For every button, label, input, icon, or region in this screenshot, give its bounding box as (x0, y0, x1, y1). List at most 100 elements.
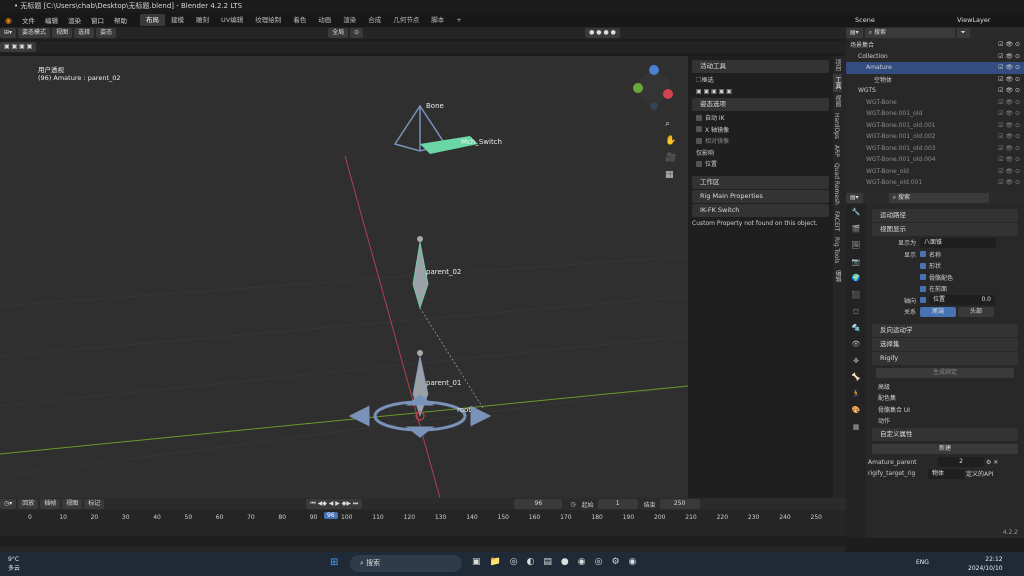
end-frame-field[interactable]: 250 (659, 499, 700, 509)
properties-tab-icons[interactable]: 🔧 🎬 🖼 📷 🌍 ⬛ ◻ 🔩 👁 ✥ 🦴 🏃 🎨 ▦ (846, 204, 866, 538)
taskbar-app-icons[interactable]: ▣📁◎◐▤●◉◎⚙◉ (472, 557, 645, 567)
editor-type-icon[interactable]: ⊞▾ (0, 28, 17, 38)
show-names-checkbox[interactable] (920, 251, 926, 258)
tab-rendering[interactable]: 渲染 (337, 14, 362, 26)
menu-marker[interactable]: 标记 (84, 499, 105, 509)
rig-main-header[interactable]: Rig Main Properties (692, 189, 829, 203)
ikfk-header[interactable]: IK-FK Switch (692, 203, 829, 217)
viewport-display-header[interactable]: 视图显示 (872, 223, 1018, 236)
outliner-item[interactable]: WGT-Bone_old ☑ 👁 ⊙ (846, 166, 1024, 178)
outliner-item[interactable]: WGT-Bone ☑ 👁 ⊙ (846, 97, 1024, 109)
tab-arp[interactable]: ARP (833, 142, 840, 160)
pivot-icon[interactable]: ⊙ (350, 28, 364, 38)
actions-subpanel[interactable]: 动作 (868, 415, 1022, 427)
outliner-item[interactable]: WGT-Bone.001_old.004 ☑ 👁 ⊙ (846, 154, 1024, 166)
menu-timeline-view[interactable]: 视图 (62, 499, 83, 509)
tail-toggle[interactable]: 尾端 (920, 306, 956, 317)
tab-hardops[interactable]: HardOps (833, 110, 840, 142)
prop2-value[interactable]: 物体 (928, 468, 964, 479)
outliner-item[interactable]: Collection ☑ 👁 ⊙ (846, 51, 1024, 63)
visibility-toggle-icons[interactable]: ☑ 👁 ⊙ (998, 64, 1024, 71)
axes-checkbox[interactable] (920, 297, 926, 304)
tab-layout[interactable]: 布局 (139, 14, 165, 26)
new-property-button[interactable]: 新建 (872, 443, 1018, 454)
outliner-item[interactable]: Amature ☑ 👁 ⊙ (846, 62, 1024, 74)
bone-colors-checkbox[interactable] (920, 274, 926, 281)
tab-modeling[interactable]: 建模 (165, 14, 190, 26)
tab-shading[interactable]: 着色 (287, 14, 312, 26)
tab-texture-paint[interactable]: 纹理绘制 (249, 14, 287, 26)
mode-dropdown[interactable]: 姿态模式 (18, 28, 51, 38)
visibility-toggle-icons[interactable]: ☑ 👁 ⊙ (998, 156, 1024, 163)
clock[interactable]: 22:12 2024/10/10 (968, 555, 1003, 573)
menu-playback[interactable]: 回放 (18, 499, 39, 509)
tab-edit[interactable]: 编辑 (833, 267, 842, 285)
weather-widget[interactable]: 9°C 多云 (8, 555, 20, 573)
ik-header[interactable]: 反向运动学 (872, 323, 1018, 337)
taskbar-search[interactable]: ⌕ 搜索 (350, 555, 462, 572)
visibility-toggle-icons[interactable]: ☑ 👁 ⊙ (998, 87, 1024, 94)
tab-faceit[interactable]: FACEIT (833, 208, 840, 234)
menu-file[interactable]: 文件 (17, 15, 40, 25)
motion-paths-header[interactable]: 运动路径 (872, 209, 1018, 222)
outliner-item[interactable]: WGT-Bone.001_old.003 ☑ 👁 ⊙ (846, 143, 1024, 155)
auto-ik-checkbox[interactable]: 自动 IK (688, 112, 833, 124)
position-field[interactable]: 位置 0.0 (929, 295, 995, 306)
add-workspace-icon[interactable]: + (450, 14, 467, 26)
menu-select[interactable]: 选择 (74, 28, 95, 38)
menu-window[interactable]: 窗口 (86, 15, 109, 25)
viewport-nav-icons[interactable]: ⌕ ✋ 🎥 ▦ (665, 116, 676, 184)
timeline-editor-icon[interactable]: ◷▾ (0, 499, 17, 509)
tab-sculpting[interactable]: 雕刻 (190, 14, 215, 26)
advanced-subpanel[interactable]: 高级 (868, 381, 1022, 393)
visibility-toggle-icons[interactable]: ☑ 👁 ⊙ (998, 168, 1024, 175)
filter-icon[interactable]: ⏷ (956, 28, 970, 38)
timeline-scrollbar[interactable] (0, 536, 846, 546)
outliner-item[interactable]: WGT-Bone.001_old.001 ☑ 👁 ⊙ (846, 120, 1024, 132)
transform-orientation-dropdown[interactable]: 全局 (328, 28, 349, 38)
language-indicator[interactable]: ENG (916, 559, 929, 566)
tab-item[interactable]: 项目 (833, 56, 842, 74)
scene-selector[interactable]: Scene (850, 16, 880, 24)
view-layer-selector[interactable]: ViewLayer (952, 16, 996, 24)
visibility-toggle-icons[interactable]: ☑ 👁 ⊙ (998, 41, 1024, 48)
in-front-checkbox[interactable] (920, 285, 926, 292)
tab-tool[interactable]: 工具 (833, 74, 842, 92)
head-toggle[interactable]: 头部 (958, 306, 994, 317)
tab-rig-tools[interactable]: Rig Tools (833, 234, 840, 266)
playhead[interactable]: 96 (324, 512, 338, 519)
outliner-item[interactable]: WGT-Bone.001_old.002 ☑ 👁 ⊙ (846, 131, 1024, 143)
rigify-header[interactable]: Rigify (872, 351, 1018, 365)
playback-controls[interactable]: ⏮ ◀◆ ◀ ▶ ◆▶ ⏭ (306, 499, 363, 509)
tab-uv-editing[interactable]: UV编辑 (215, 14, 249, 26)
current-frame-field[interactable]: 96 (514, 499, 563, 509)
timeline-ruler[interactable]: 0 10 20 30 40 50 60 70 80 90 100 110 120 130 140 150 160… (0, 512, 846, 528)
bone-collection-ui-subpanel[interactable]: 骨骼集合 UI (868, 404, 1022, 416)
visibility-toggle-icons[interactable]: ☑ 👁 ⊙ (998, 122, 1024, 129)
properties-search[interactable]: ⌕ 搜索 (888, 193, 989, 203)
tab-view[interactable]: 视图 (833, 92, 842, 110)
visibility-toggle-icons[interactable]: ☑ 👁 ⊙ (998, 179, 1024, 186)
outliner-item[interactable]: WGTS ☑ 👁 ⊙ (846, 85, 1024, 97)
visibility-toggle-icons[interactable]: ☑ 👁 ⊙ (998, 133, 1024, 140)
outliner-item[interactable]: 场景集合 ☑ 👁 ⊙ (846, 39, 1024, 51)
tab-animation[interactable]: 动画 (312, 14, 337, 26)
show-shapes-checkbox[interactable] (920, 262, 926, 269)
location-checkbox[interactable]: 位置 (688, 158, 833, 170)
visibility-toggle-icons[interactable]: ☑ 👁 ⊙ (998, 145, 1024, 152)
viewport-shading-icons[interactable]: ● ● ● ● (585, 28, 620, 38)
3d-viewport[interactable]: 用户透视 (96) Amature : parent_02 Bone Mch_S… (0, 56, 688, 498)
display-as-dropdown[interactable]: 八面锥 (920, 237, 996, 248)
tab-compositing[interactable]: 合成 (362, 14, 387, 26)
tool-mode-icons[interactable]: ▣ ▣ ▣ ▣ ▣ (688, 86, 833, 98)
menu-help[interactable]: 帮助 (109, 15, 132, 25)
tab-geometry-nodes[interactable]: 几何节点 (387, 14, 425, 26)
selection-sets-header[interactable]: 选择集 (872, 337, 1018, 351)
menu-keying[interactable]: 插帧 (40, 499, 61, 509)
blender-logo-icon[interactable]: ◉ (0, 16, 17, 25)
prop1-value[interactable]: 2 (938, 457, 984, 468)
start-icon[interactable]: ⊞ (330, 557, 338, 568)
gear-icon[interactable]: ⚙ ✕ (986, 459, 998, 466)
custom-props-header[interactable]: 自定义属性 (872, 427, 1018, 441)
outliner-search[interactable]: ⌕ 搜索 (864, 28, 955, 38)
